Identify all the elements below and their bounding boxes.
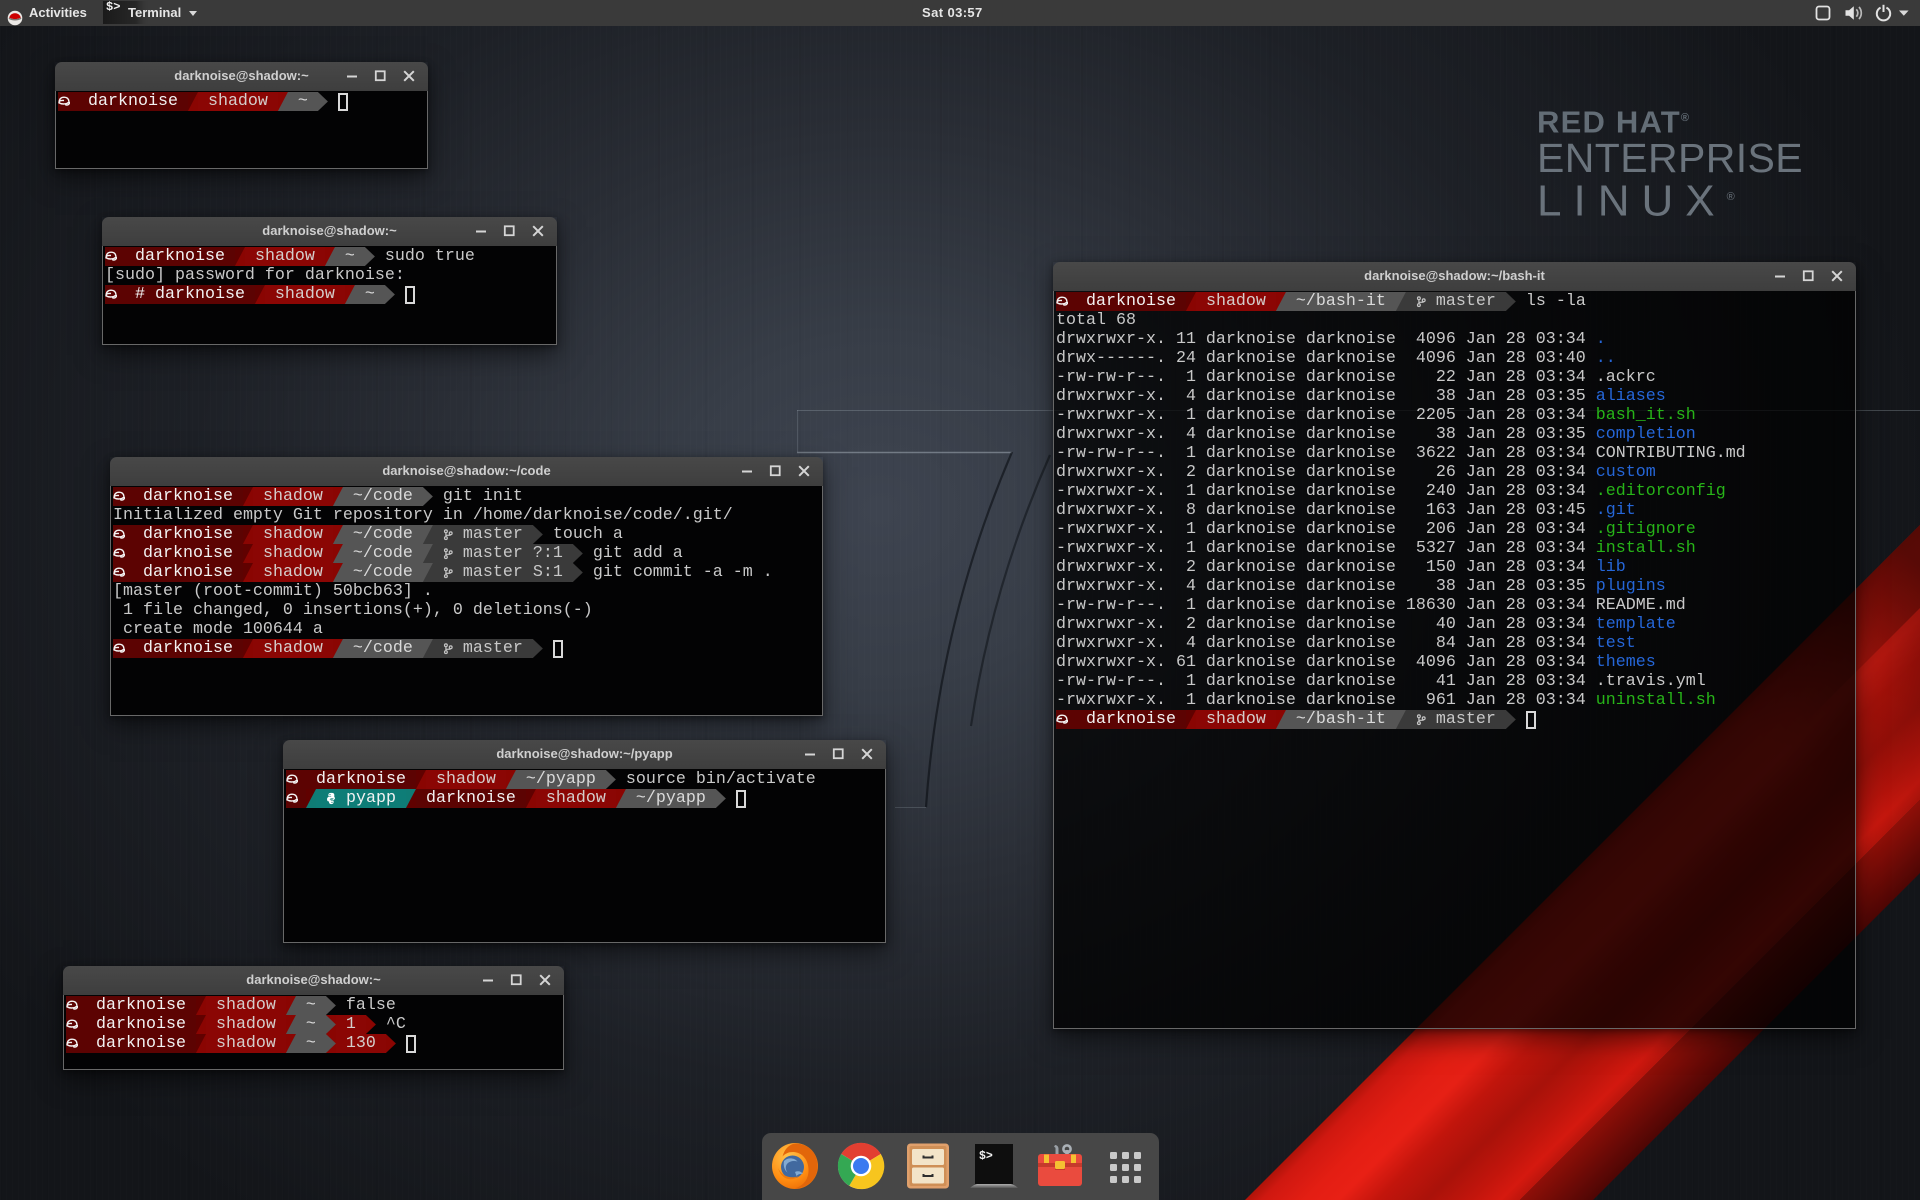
svg-text:$>: $> bbox=[106, 0, 120, 14]
svg-text:$>: $> bbox=[979, 1150, 993, 1163]
